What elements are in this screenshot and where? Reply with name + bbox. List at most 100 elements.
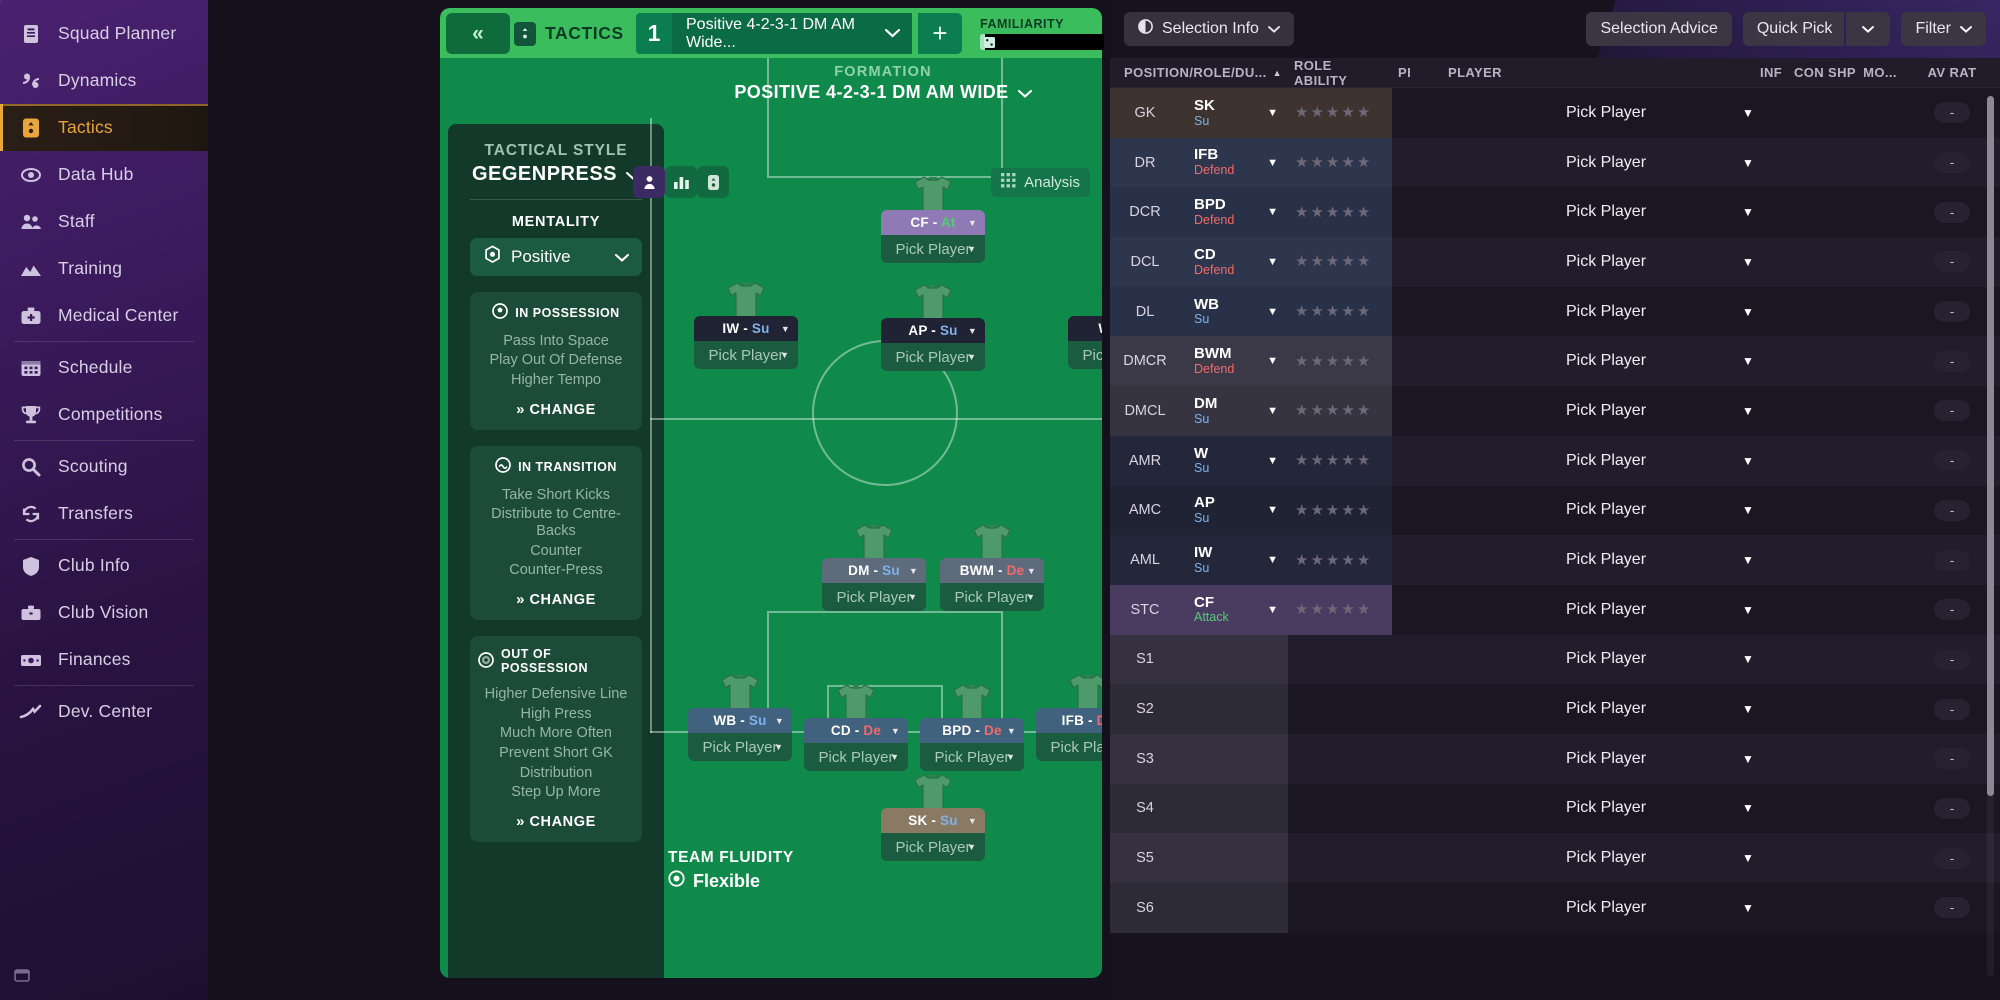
sidebar-item-transfers[interactable]: Transfers bbox=[0, 490, 208, 537]
role-select[interactable] bbox=[1180, 634, 1288, 685]
player-select[interactable]: Pick Player ▼ bbox=[1442, 386, 1754, 436]
chevron-down-icon[interactable]: ▼ bbox=[1267, 554, 1278, 566]
pitch-slot-dm[interactable]: DM - Su ▼ Pick Player ▼ bbox=[822, 524, 926, 611]
pick-player-select[interactable]: Pick Player▼ bbox=[804, 743, 908, 771]
table-row[interactable]: DCL CD Defend ▼ ★ ★ ★ ★ ★ Pick Player ▼ - bbox=[1110, 237, 2000, 287]
mentality-select[interactable]: Positive bbox=[470, 238, 642, 276]
pick-player-select[interactable]: Pick Player▼ bbox=[1036, 733, 1102, 761]
column-mo[interactable]: MO... bbox=[1856, 65, 1904, 80]
player-select[interactable]: Pick Player ▼ bbox=[1442, 635, 1754, 685]
role-select[interactable]: W Su ▼ bbox=[1180, 435, 1288, 486]
player-instructions-cell[interactable] bbox=[1392, 486, 1442, 536]
scrollbar-thumb[interactable] bbox=[1987, 96, 1994, 796]
player-select[interactable]: Pick Player ▼ bbox=[1442, 88, 1754, 138]
sidebar-item-data-hub[interactable]: Data Hub bbox=[0, 151, 208, 198]
player-instructions-cell[interactable] bbox=[1392, 635, 1442, 685]
table-row[interactable]: S2 Pick Player ▼ - bbox=[1110, 684, 2000, 734]
tactical-style-select[interactable]: GEGENPRESS bbox=[448, 163, 664, 186]
change-button[interactable]: » CHANGE bbox=[478, 813, 634, 830]
player-instructions-cell[interactable] bbox=[1392, 833, 1442, 883]
chevron-down-icon[interactable]: ▼ bbox=[1267, 157, 1278, 169]
bar-chart-icon[interactable] bbox=[665, 166, 697, 198]
player-select[interactable]: Pick Player ▼ bbox=[1442, 187, 1754, 237]
role-select[interactable]: CF Attack ▼ bbox=[1180, 584, 1288, 635]
sidebar-item-training[interactable]: Training bbox=[0, 245, 208, 292]
analysis-button[interactable]: Analysis bbox=[991, 168, 1090, 197]
sidebar-item-finances[interactable]: Finances bbox=[0, 636, 208, 683]
chevron-down-icon[interactable]: ▼ bbox=[1267, 455, 1278, 467]
column-inf[interactable]: INF bbox=[1754, 65, 1788, 80]
filter-button[interactable]: Filter bbox=[1901, 12, 1986, 46]
table-row[interactable]: DR IFB Defend ▼ ★ ★ ★ ★ ★ Pick Player ▼ - bbox=[1110, 137, 2000, 188]
player-instructions-cell[interactable] bbox=[1392, 883, 1442, 933]
table-row[interactable]: AML IW Su ▼ ★ ★ ★ ★ ★ Pick Player ▼ - bbox=[1110, 535, 2000, 585]
role-duty-select[interactable]: IFB - De▼ bbox=[1036, 708, 1102, 733]
player-instructions-cell[interactable] bbox=[1392, 138, 1442, 188]
sidebar-item-medical-center[interactable]: Medical Center bbox=[0, 292, 208, 339]
change-button[interactable]: » CHANGE bbox=[478, 401, 634, 418]
player-select[interactable]: Pick Player ▼ bbox=[1442, 486, 1754, 536]
chevron-down-icon[interactable]: ▼ bbox=[1267, 355, 1278, 367]
table-row[interactable]: S4 Pick Player ▼ - bbox=[1110, 783, 2000, 834]
table-scrollbar[interactable] bbox=[1987, 96, 1994, 976]
column-pi[interactable]: PI bbox=[1392, 65, 1442, 80]
sidebar-item-club-vision[interactable]: Club Vision bbox=[0, 589, 208, 636]
pick-player-select[interactable]: Pick Player▼ bbox=[940, 583, 1044, 611]
role-duty-select[interactable]: WB - Su ▼ bbox=[688, 708, 792, 733]
player-instructions-cell[interactable] bbox=[1392, 535, 1442, 585]
player-instructions-cell[interactable] bbox=[1392, 336, 1442, 386]
pitch-slot-sk[interactable]: SK - Su ▼ Pick Player ▼ bbox=[881, 774, 985, 861]
table-row[interactable]: DCR BPD Defend ▼ ★ ★ ★ ★ ★ Pick Player ▼ - bbox=[1110, 187, 2000, 238]
sidebar-item-schedule[interactable]: Schedule bbox=[0, 344, 208, 391]
chevron-down-icon[interactable]: ▼ bbox=[1267, 604, 1278, 616]
column-shp[interactable]: SHP bbox=[1822, 65, 1856, 80]
player-select[interactable]: Pick Player ▼ bbox=[1442, 734, 1754, 784]
table-row[interactable]: AMC AP Su ▼ ★ ★ ★ ★ ★ Pick Player ▼ - bbox=[1110, 485, 2000, 536]
player-instructions-cell[interactable] bbox=[1392, 88, 1442, 138]
sidebar-item-scouting[interactable]: Scouting bbox=[0, 443, 208, 490]
table-row[interactable]: S6 Pick Player ▼ - bbox=[1110, 883, 2000, 933]
role-select[interactable] bbox=[1180, 883, 1288, 933]
table-row[interactable]: DMCL DM Su ▼ ★ ★ ★ ★ ★ Pick Player ▼ - bbox=[1110, 386, 2000, 436]
pitch-slot-cf[interactable]: CF - At ▼ Pick Player ▼ bbox=[881, 176, 985, 263]
role-duty-select[interactable]: IW - Su ▼ bbox=[694, 316, 798, 341]
sidebar-item-dynamics[interactable]: Dynamics bbox=[0, 57, 208, 104]
pick-player-select[interactable]: Pick Player▼ bbox=[881, 343, 985, 371]
player-instructions-cell[interactable] bbox=[1392, 684, 1442, 734]
role-duty-select[interactable]: W - Su▼ bbox=[1068, 316, 1102, 341]
role-select[interactable]: DM Su ▼ bbox=[1180, 386, 1288, 436]
pick-player-select[interactable]: Pick Player▼ bbox=[694, 341, 798, 369]
table-row[interactable]: S1 Pick Player ▼ - bbox=[1110, 634, 2000, 685]
player-select[interactable]: Pick Player ▼ bbox=[1442, 287, 1754, 337]
player-instructions-cell[interactable] bbox=[1392, 585, 1442, 635]
pitch-slot-bwm[interactable]: BWM - De ▼ Pick Player ▼ bbox=[940, 524, 1044, 611]
role-select[interactable] bbox=[1180, 684, 1288, 734]
quick-pick-dropdown[interactable] bbox=[1846, 12, 1891, 46]
pick-player-select[interactable]: Pick Player▼ bbox=[1068, 341, 1102, 369]
role-select[interactable]: BWM Defend ▼ bbox=[1180, 336, 1288, 387]
role-select[interactable]: IW Su ▼ bbox=[1180, 535, 1288, 585]
role-duty-select[interactable]: BPD - De ▼ bbox=[920, 718, 1024, 743]
player-profile-icon[interactable] bbox=[633, 166, 665, 198]
pick-player-select[interactable]: Pick Player▼ bbox=[920, 743, 1024, 771]
column-con[interactable]: CON bbox=[1788, 65, 1824, 80]
pitch-slot-ap[interactable]: AP - Su ▼ Pick Player ▼ bbox=[881, 284, 985, 371]
column-player[interactable]: PLAYER bbox=[1442, 65, 1754, 80]
player-instructions-cell[interactable] bbox=[1392, 287, 1442, 337]
role-duty-select[interactable]: SK - Su ▼ bbox=[881, 808, 985, 833]
sidebar-item-dev-center[interactable]: Dev. Center bbox=[0, 688, 208, 735]
column-avrat[interactable]: AV RAT bbox=[1904, 65, 2000, 80]
role-select[interactable] bbox=[1180, 733, 1288, 784]
pitch-slot-ifb[interactable]: IFB - De▼Pick Player▼ bbox=[1036, 674, 1102, 761]
collapse-sidebar-button[interactable]: « bbox=[446, 13, 510, 54]
table-row[interactable]: DL WB Su ▼ ★ ★ ★ ★ ★ Pick Player ▼ - bbox=[1110, 286, 2000, 337]
table-row[interactable]: S3 Pick Player ▼ - bbox=[1110, 733, 2000, 784]
pitch-slot-w[interactable]: W - Su▼Pick Player▼ bbox=[1068, 287, 1102, 369]
player-select[interactable]: Pick Player ▼ bbox=[1442, 833, 1754, 883]
role-select[interactable]: WB Su ▼ bbox=[1180, 286, 1288, 337]
role-select[interactable]: IFB Defend ▼ bbox=[1180, 137, 1288, 188]
tactics-board-icon[interactable] bbox=[697, 166, 729, 198]
pick-player-select[interactable]: Pick Player▼ bbox=[881, 235, 985, 263]
player-select[interactable]: Pick Player ▼ bbox=[1442, 138, 1754, 188]
pitch-slot-cd[interactable]: CD - De ▼ Pick Player ▼ bbox=[804, 684, 908, 771]
